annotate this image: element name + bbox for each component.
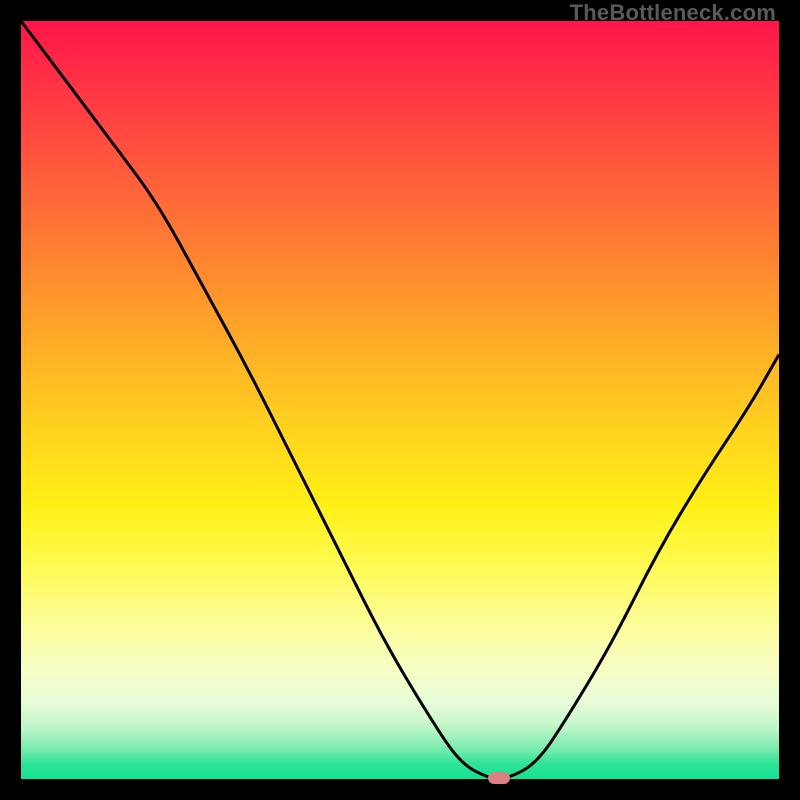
- watermark-label: TheBottleneck.com: [570, 0, 776, 26]
- min-marker: [488, 772, 510, 784]
- curve-path: [21, 21, 779, 779]
- plot-area: [21, 21, 779, 779]
- chart-frame: TheBottleneck.com: [0, 0, 800, 800]
- bottleneck-curve: [21, 21, 779, 779]
